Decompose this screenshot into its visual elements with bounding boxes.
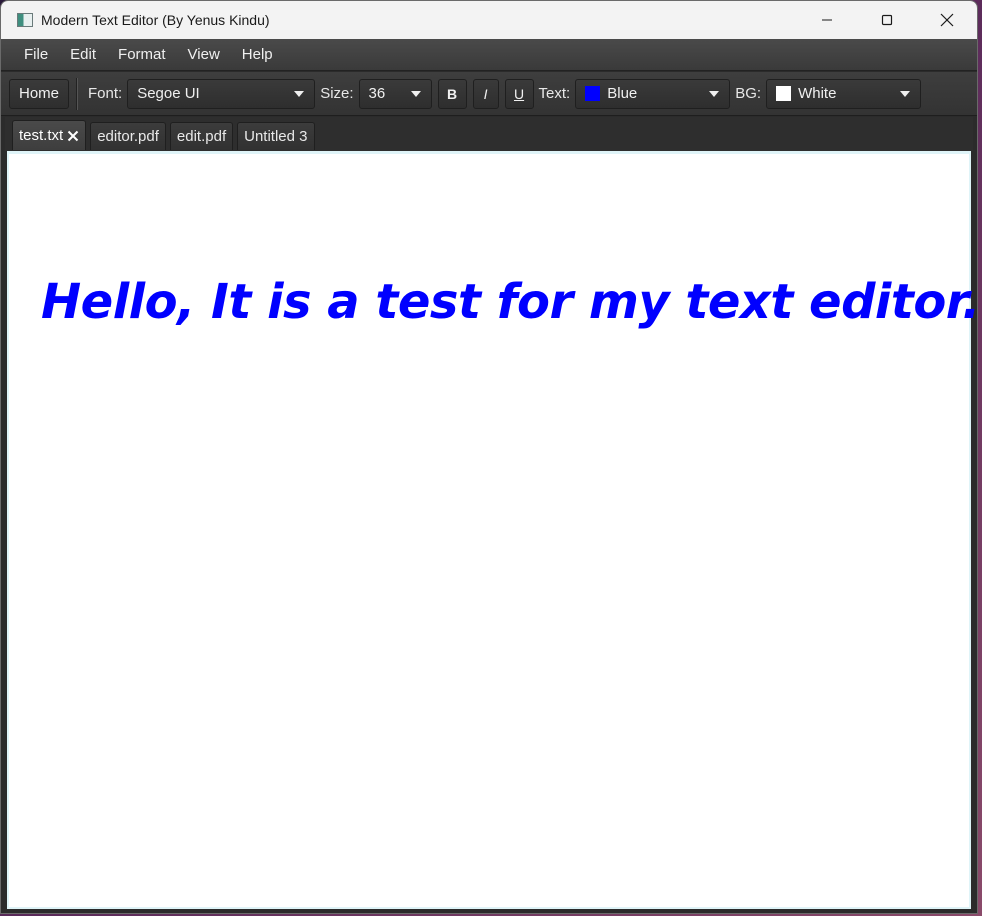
chevron-down-icon	[410, 90, 421, 97]
font-label: Font:	[88, 85, 123, 102]
text-color-select[interactable]: Blue	[575, 78, 731, 109]
italic-button[interactable]: I	[472, 78, 499, 109]
app-window: Modern Text Editor (By Yenus Kindu) File…	[0, 0, 978, 914]
close-icon	[940, 13, 954, 27]
app-icon	[17, 13, 33, 27]
menu-bar: File Edit Format View Help	[1, 39, 977, 71]
menu-view[interactable]: View	[177, 42, 231, 67]
tab-label: Untitled 3	[244, 128, 308, 145]
minimize-icon	[822, 19, 832, 21]
font-size-select[interactable]: 36	[358, 78, 432, 109]
menu-format[interactable]: Format	[107, 42, 177, 67]
maximize-button[interactable]	[857, 1, 917, 39]
tab-label: editor.pdf	[97, 128, 159, 145]
font-family-select[interactable]: Segoe UI	[127, 78, 316, 109]
menu-edit[interactable]: Edit	[59, 42, 107, 67]
window-title: Modern Text Editor (By Yenus Kindu)	[41, 12, 270, 28]
minimize-button[interactable]	[797, 1, 857, 39]
bold-button[interactable]: B	[437, 78, 467, 109]
tab-label: test.txt	[19, 127, 64, 144]
bg-color-select[interactable]: White	[766, 78, 922, 109]
text-color-swatch	[585, 86, 601, 101]
tab-label: edit.pdf	[176, 128, 227, 145]
tab-test-txt[interactable]: test.txt	[12, 120, 87, 150]
chevron-down-icon	[900, 90, 911, 97]
bg-color-value: White	[798, 85, 837, 102]
maximize-icon	[881, 14, 893, 26]
tab-editor-pdf[interactable]: editor.pdf	[90, 122, 166, 150]
font-family-value: Segoe UI	[137, 85, 200, 102]
underline-button[interactable]: U	[504, 78, 534, 109]
chevron-down-icon	[294, 90, 305, 97]
toolbar-separator	[76, 77, 78, 110]
tab-edit-pdf[interactable]: edit.pdf	[169, 122, 234, 150]
bg-color-swatch	[776, 86, 792, 101]
menu-file[interactable]: File	[13, 42, 59, 67]
bg-color-label: BG:	[735, 85, 762, 102]
toolbar: Home Font: Segoe UI Size: 36 B I U Text:…	[1, 72, 977, 116]
document-tab-bar: test.txt editor.pdf edit.pdf Untitled 3	[5, 117, 973, 151]
editor-text: Hello, It is a test for my text editor..…	[41, 274, 978, 330]
size-label: Size:	[320, 85, 354, 102]
text-color-label: Text:	[538, 85, 571, 102]
menu-help[interactable]: Help	[231, 42, 284, 67]
font-size-value: 36	[368, 85, 386, 102]
home-button[interactable]: Home	[9, 78, 69, 109]
title-bar[interactable]: Modern Text Editor (By Yenus Kindu)	[1, 1, 977, 39]
editor-content[interactable]: Hello, It is a test for my text editor..…	[41, 272, 978, 332]
text-editor-area[interactable]: Hello, It is a test for my text editor..…	[7, 151, 977, 909]
close-tab-icon[interactable]	[67, 130, 79, 142]
close-window-button[interactable]	[917, 1, 977, 39]
tab-untitled-3[interactable]: Untitled 3	[237, 122, 315, 150]
chevron-down-icon	[709, 90, 720, 97]
text-color-value: Blue	[607, 85, 638, 102]
